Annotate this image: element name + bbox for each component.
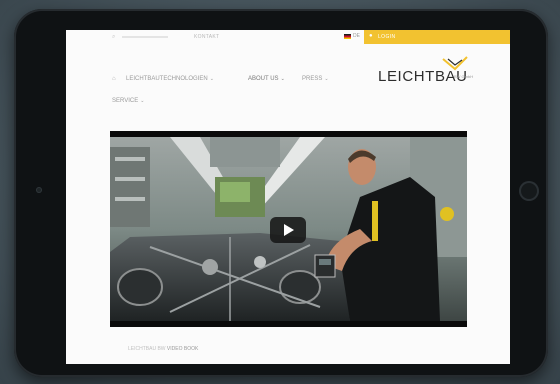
nav-item-label: PRESS [302,76,323,82]
contact-link[interactable]: KONTAKT [194,34,219,40]
nav-item-label: LEICHTBAUTECHNOLOGIEN [126,76,208,82]
video-player[interactable] [110,131,467,327]
nav-item-leichtbautechnologien[interactable]: LEICHTBAUTECHNOLOGIEN ⌄ [126,76,214,82]
home-button[interactable] [519,181,539,201]
play-icon [284,224,294,236]
nav-item-service[interactable]: SERVICE ⌄ [112,98,144,104]
nav-item-about-us[interactable]: ABOUT US ⌄ [248,76,285,82]
chevron-down-icon: ⌄ [324,76,329,82]
chevron-down-icon: ⌄ [140,98,145,104]
video-letterbox-bottom [110,321,467,327]
login-bar[interactable]: ● LOGIN [364,30,510,44]
chevron-down-icon: ⌄ [280,76,285,82]
camera-icon [36,187,42,193]
chevron-down-icon: ⌄ [209,76,214,82]
nav-item-label: ABOUT US [248,76,279,82]
search-icon[interactable]: ⌕ [112,34,115,41]
main-navigation: ⌂ LEICHTBAUTECHNOLOGIEN ⌄ ABOUT US ⌄ PRESS… [112,76,352,106]
lock-icon: ● [369,33,373,39]
language-switch[interactable]: DE [353,33,360,39]
home-icon[interactable]: ⌂ [112,76,116,82]
nav-item-label: SERVICE [112,98,139,104]
top-bar: ⌕ KONTAKT DE ● LOGIN [66,30,510,44]
search-input[interactable] [122,36,168,38]
login-label: LOGIN [378,34,396,40]
breadcrumb-prefix: LEICHTBAU BW [128,346,166,352]
logo-subtext: BW GmbH [454,74,474,79]
logo[interactable]: LEICHTBAU BW GmbH [378,56,478,88]
breadcrumb-link[interactable]: VIDEO BOOK [167,346,198,352]
breadcrumb: LEICHTBAU BW VIDEO BOOK [128,346,198,352]
tablet-screen: ⌕ KONTAKT DE ● LOGIN ⌂ LEICHTBAUTECHNOLO… [66,30,510,364]
nav-item-press[interactable]: PRESS ⌄ [302,76,329,82]
flag-icon[interactable] [344,34,351,39]
play-button[interactable] [270,217,306,243]
